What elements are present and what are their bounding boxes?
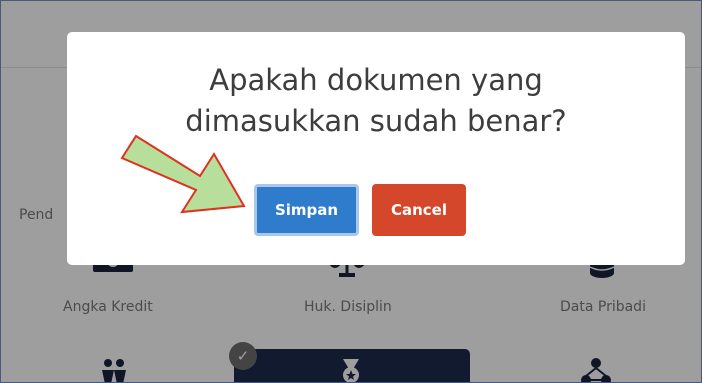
- cancel-button[interactable]: Cancel: [372, 184, 466, 236]
- pointer-arrow-icon: [120, 134, 246, 214]
- simpan-button[interactable]: Simpan: [254, 184, 359, 236]
- dialog-title-line-1: Apakah dokumen yang: [209, 63, 543, 97]
